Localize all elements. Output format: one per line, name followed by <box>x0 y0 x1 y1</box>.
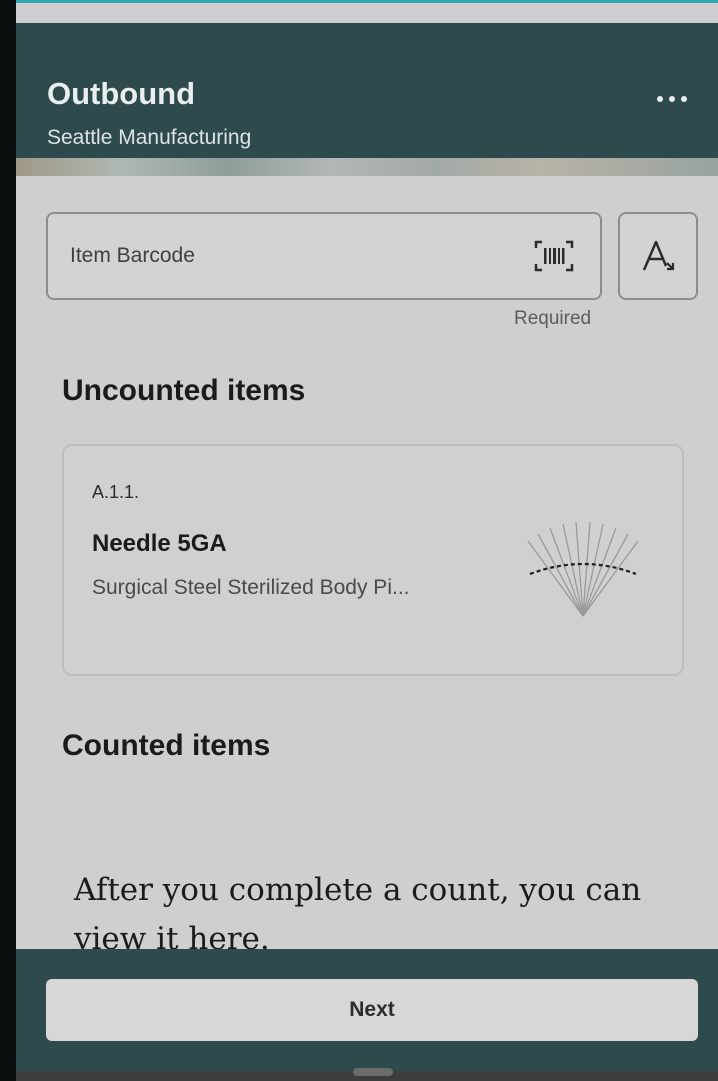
barcode-scan-icon[interactable] <box>534 240 574 272</box>
app-header: Outbound Seattle Manufacturing <box>16 23 718 158</box>
main-content: Item Barcode Required Uncounted items A.… <box>16 176 718 957</box>
item-thumbnail <box>527 521 639 617</box>
more-dot <box>669 96 675 102</box>
app-window: Outbound Seattle Manufacturing Item Barc… <box>16 3 718 1081</box>
item-description: Surgical Steel Sterilized Body Pi... <box>92 576 410 599</box>
more-dot <box>681 96 687 102</box>
header-banner-image <box>16 158 718 176</box>
item-barcode-placeholder: Item Barcode <box>70 244 195 267</box>
next-button[interactable]: Next <box>46 979 698 1041</box>
page-title: Outbound <box>47 76 196 111</box>
item-barcode-input[interactable]: Item Barcode <box>46 212 602 300</box>
item-name: Needle 5GA <box>92 530 227 557</box>
item-location: A.1.1. <box>92 482 140 502</box>
more-horizontal-icon <box>657 96 663 102</box>
home-indicator[interactable] <box>353 1068 393 1076</box>
more-options-button[interactable] <box>652 87 692 111</box>
required-helper-text: Required <box>514 308 592 329</box>
text-size-icon <box>642 240 675 271</box>
uncounted-items-heading: Uncounted items <box>62 374 306 407</box>
page-subtitle: Seattle Manufacturing <box>47 126 252 149</box>
counted-items-heading: Counted items <box>62 729 271 762</box>
text-size-button[interactable] <box>618 212 698 300</box>
footer-bar: Next <box>16 949 718 1081</box>
list-item[interactable]: A.1.1. Needle 5GA Surgical Steel Sterili… <box>62 444 684 676</box>
screen-edge <box>0 0 16 1081</box>
